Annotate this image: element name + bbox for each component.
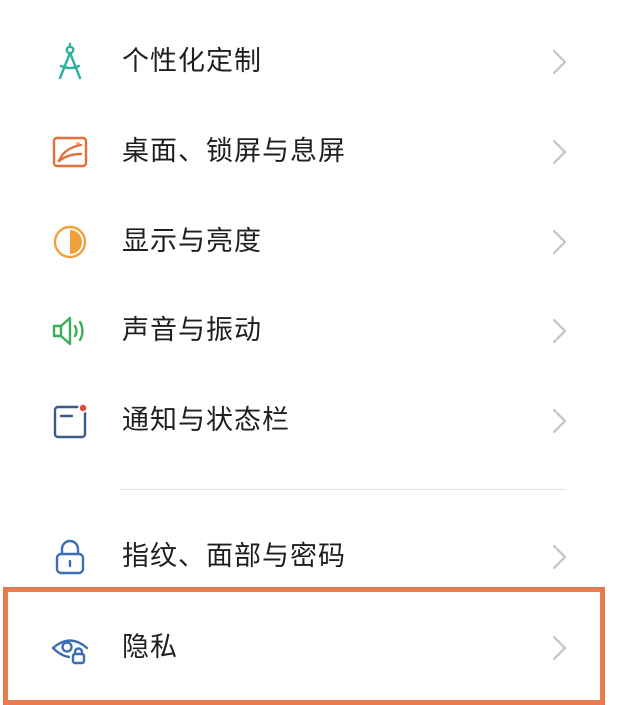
settings-item-label: 声音与振动 [122, 315, 262, 346]
settings-item-label: 显示与亮度 [122, 226, 262, 257]
settings-item-fingerprint-face-password[interactable]: 指纹、面部与密码 [0, 512, 629, 602]
settings-item-sound-vibration[interactable]: 声音与振动 [0, 286, 629, 376]
speaker-icon [50, 311, 90, 351]
chevron-right-icon [548, 633, 570, 663]
chevron-right-icon [548, 227, 570, 257]
settings-item-personalization[interactable]: 个性化定制 [0, 17, 629, 107]
settings-list: 个性化定制 桌面、锁屏与息屏 显示与亮度 声音与振动 通知与状态栏 指纹、面部与… [0, 0, 629, 705]
settings-item-desktop-lockscreen[interactable]: 桌面、锁屏与息屏 [0, 107, 629, 197]
settings-item-label: 通知与状态栏 [122, 405, 290, 436]
chevron-right-icon [548, 47, 570, 77]
privacy-eye-icon [50, 628, 90, 668]
compass-icon [50, 42, 90, 82]
wallpaper-icon [50, 132, 90, 172]
chevron-right-icon [548, 406, 570, 436]
chevron-right-icon [548, 542, 570, 572]
lock-icon [50, 537, 90, 577]
settings-item-display-brightness[interactable]: 显示与亮度 [0, 197, 629, 287]
section-divider [120, 489, 566, 490]
notification-icon [50, 401, 90, 441]
brightness-icon [50, 222, 90, 262]
chevron-right-icon [548, 316, 570, 346]
settings-item-privacy[interactable]: 隐私 [0, 603, 629, 693]
settings-item-notification-statusbar[interactable]: 通知与状态栏 [0, 376, 629, 466]
settings-item-label: 桌面、锁屏与息屏 [122, 136, 346, 167]
chevron-right-icon [548, 137, 570, 167]
settings-item-label: 隐私 [122, 632, 178, 663]
settings-item-label: 个性化定制 [122, 46, 262, 77]
settings-item-label: 指纹、面部与密码 [122, 541, 346, 572]
